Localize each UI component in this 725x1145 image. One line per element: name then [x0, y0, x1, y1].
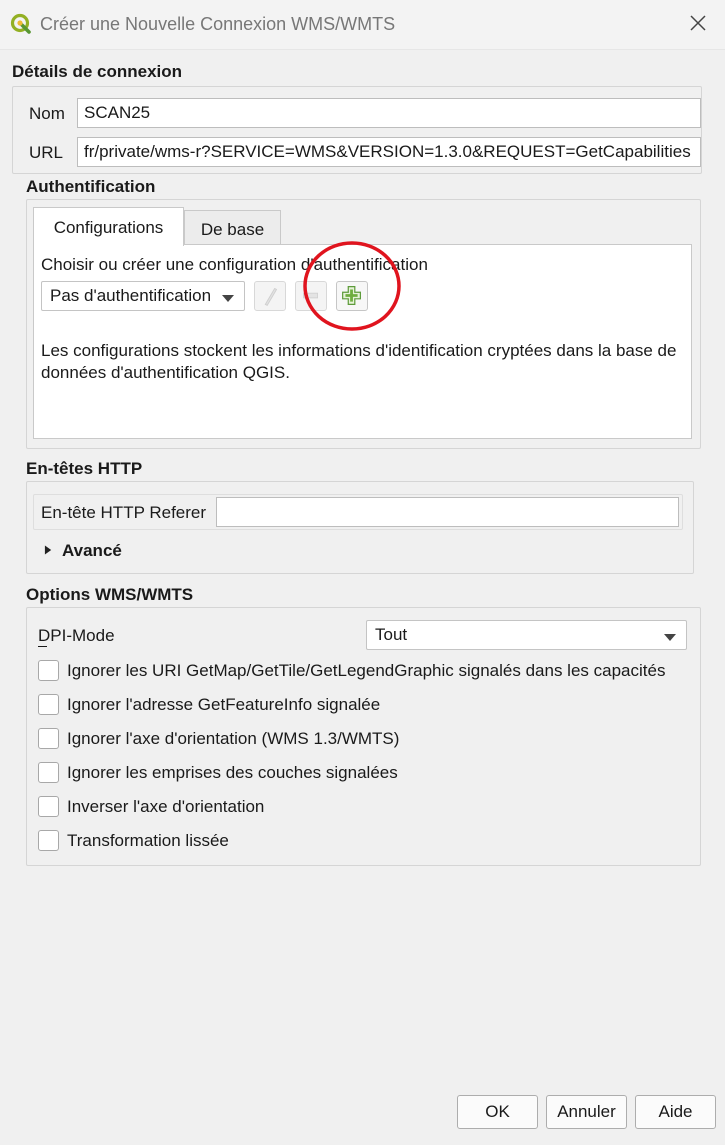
caret-right-icon [44, 545, 52, 555]
cancel-button[interactable]: Annuler [546, 1095, 627, 1129]
minus-icon [303, 292, 318, 299]
checkbox-label: Ignorer les URI GetMap/GetTile/GetLegend… [67, 661, 666, 680]
ignore-getmap-uri-checkbox[interactable]: Ignorer les URI GetMap/GetTile/GetLegend… [38, 660, 688, 682]
dpi-mode-label: DPI-Mode [38, 626, 115, 645]
pencil-icon [264, 287, 278, 306]
checkbox-box[interactable] [38, 694, 59, 715]
checkbox-box[interactable] [38, 728, 59, 749]
checkbox-label: Ignorer les emprises des couches signalé… [67, 763, 398, 782]
chevron-down-icon [222, 295, 234, 302]
name-field[interactable]: SCAN25 [77, 98, 701, 128]
dpi-mode-select[interactable]: Tout [366, 620, 687, 650]
name-label: Nom [29, 104, 65, 123]
dpi-mode-select-value: Tout [375, 625, 408, 644]
ignore-getfeatureinfo-checkbox[interactable]: Ignorer l'adresse GetFeatureInfo signalé… [38, 694, 438, 716]
edit-config-button[interactable] [254, 281, 286, 311]
qgis-logo-icon [10, 13, 31, 34]
smooth-transform-checkbox[interactable]: Transformation lissée [38, 830, 438, 852]
checkbox-label: Inverser l'axe d'orientation [67, 797, 265, 816]
advanced-toggle[interactable]: Avancé [44, 540, 144, 560]
ignore-layer-extents-checkbox[interactable]: Ignorer les emprises des couches signalé… [38, 762, 438, 784]
auth-info-text: Les configurations stockent les informat… [41, 341, 677, 382]
wms-options-heading: Options WMS/WMTS [26, 585, 194, 604]
help-button[interactable]: Aide [635, 1095, 716, 1129]
referer-label: En-tête HTTP Referer [41, 503, 207, 522]
checkbox-box[interactable] [38, 660, 59, 681]
ok-button[interactable]: OK [457, 1095, 538, 1129]
add-config-button[interactable] [336, 281, 368, 311]
window-title: Créer une Nouvelle Connexion WMS/WMTS [40, 14, 396, 34]
url-field[interactable]: fr/private/wms-r?SERVICE=WMS&VERSION=1.3… [77, 137, 701, 167]
http-headers-heading: En-têtes HTTP [26, 459, 143, 478]
invert-axis-orientation-checkbox[interactable]: Inverser l'axe d'orientation [38, 796, 438, 818]
dpi-mode-mnemonic-underline [38, 646, 47, 647]
auth-config-select[interactable]: Pas d'authentification [41, 281, 245, 311]
tab-de-base[interactable]: De base [184, 210, 281, 245]
title-bar: Créer une Nouvelle Connexion WMS/WMTS [0, 0, 725, 50]
advanced-label: Avancé [62, 541, 122, 560]
close-icon[interactable] [685, 10, 711, 36]
ignore-axis-orientation-checkbox[interactable]: Ignorer l'axe d'orientation (WMS 1.3/WMT… [38, 728, 438, 750]
url-label: URL [29, 143, 64, 162]
auth-config-select-value: Pas d'authentification [50, 286, 212, 305]
checkbox-box[interactable] [38, 796, 59, 817]
auth-config-prompt: Choisir ou créer une configuration d'aut… [41, 255, 428, 274]
checkbox-label: Transformation lissée [67, 831, 229, 850]
connection-details-heading: Détails de connexion [12, 62, 183, 81]
checkbox-label: Ignorer l'adresse GetFeatureInfo signalé… [67, 695, 381, 714]
green-plus-icon [342, 286, 362, 306]
chevron-down-icon [664, 634, 676, 641]
remove-config-button[interactable] [295, 281, 327, 311]
checkbox-box[interactable] [38, 762, 59, 783]
checkbox-box[interactable] [38, 830, 59, 851]
checkbox-label: Ignorer l'axe d'orientation (WMS 1.3/WMT… [67, 729, 400, 748]
referer-field[interactable] [216, 497, 679, 527]
authentication-heading: Authentification [26, 177, 156, 196]
tab-configurations[interactable]: Configurations [33, 207, 184, 246]
